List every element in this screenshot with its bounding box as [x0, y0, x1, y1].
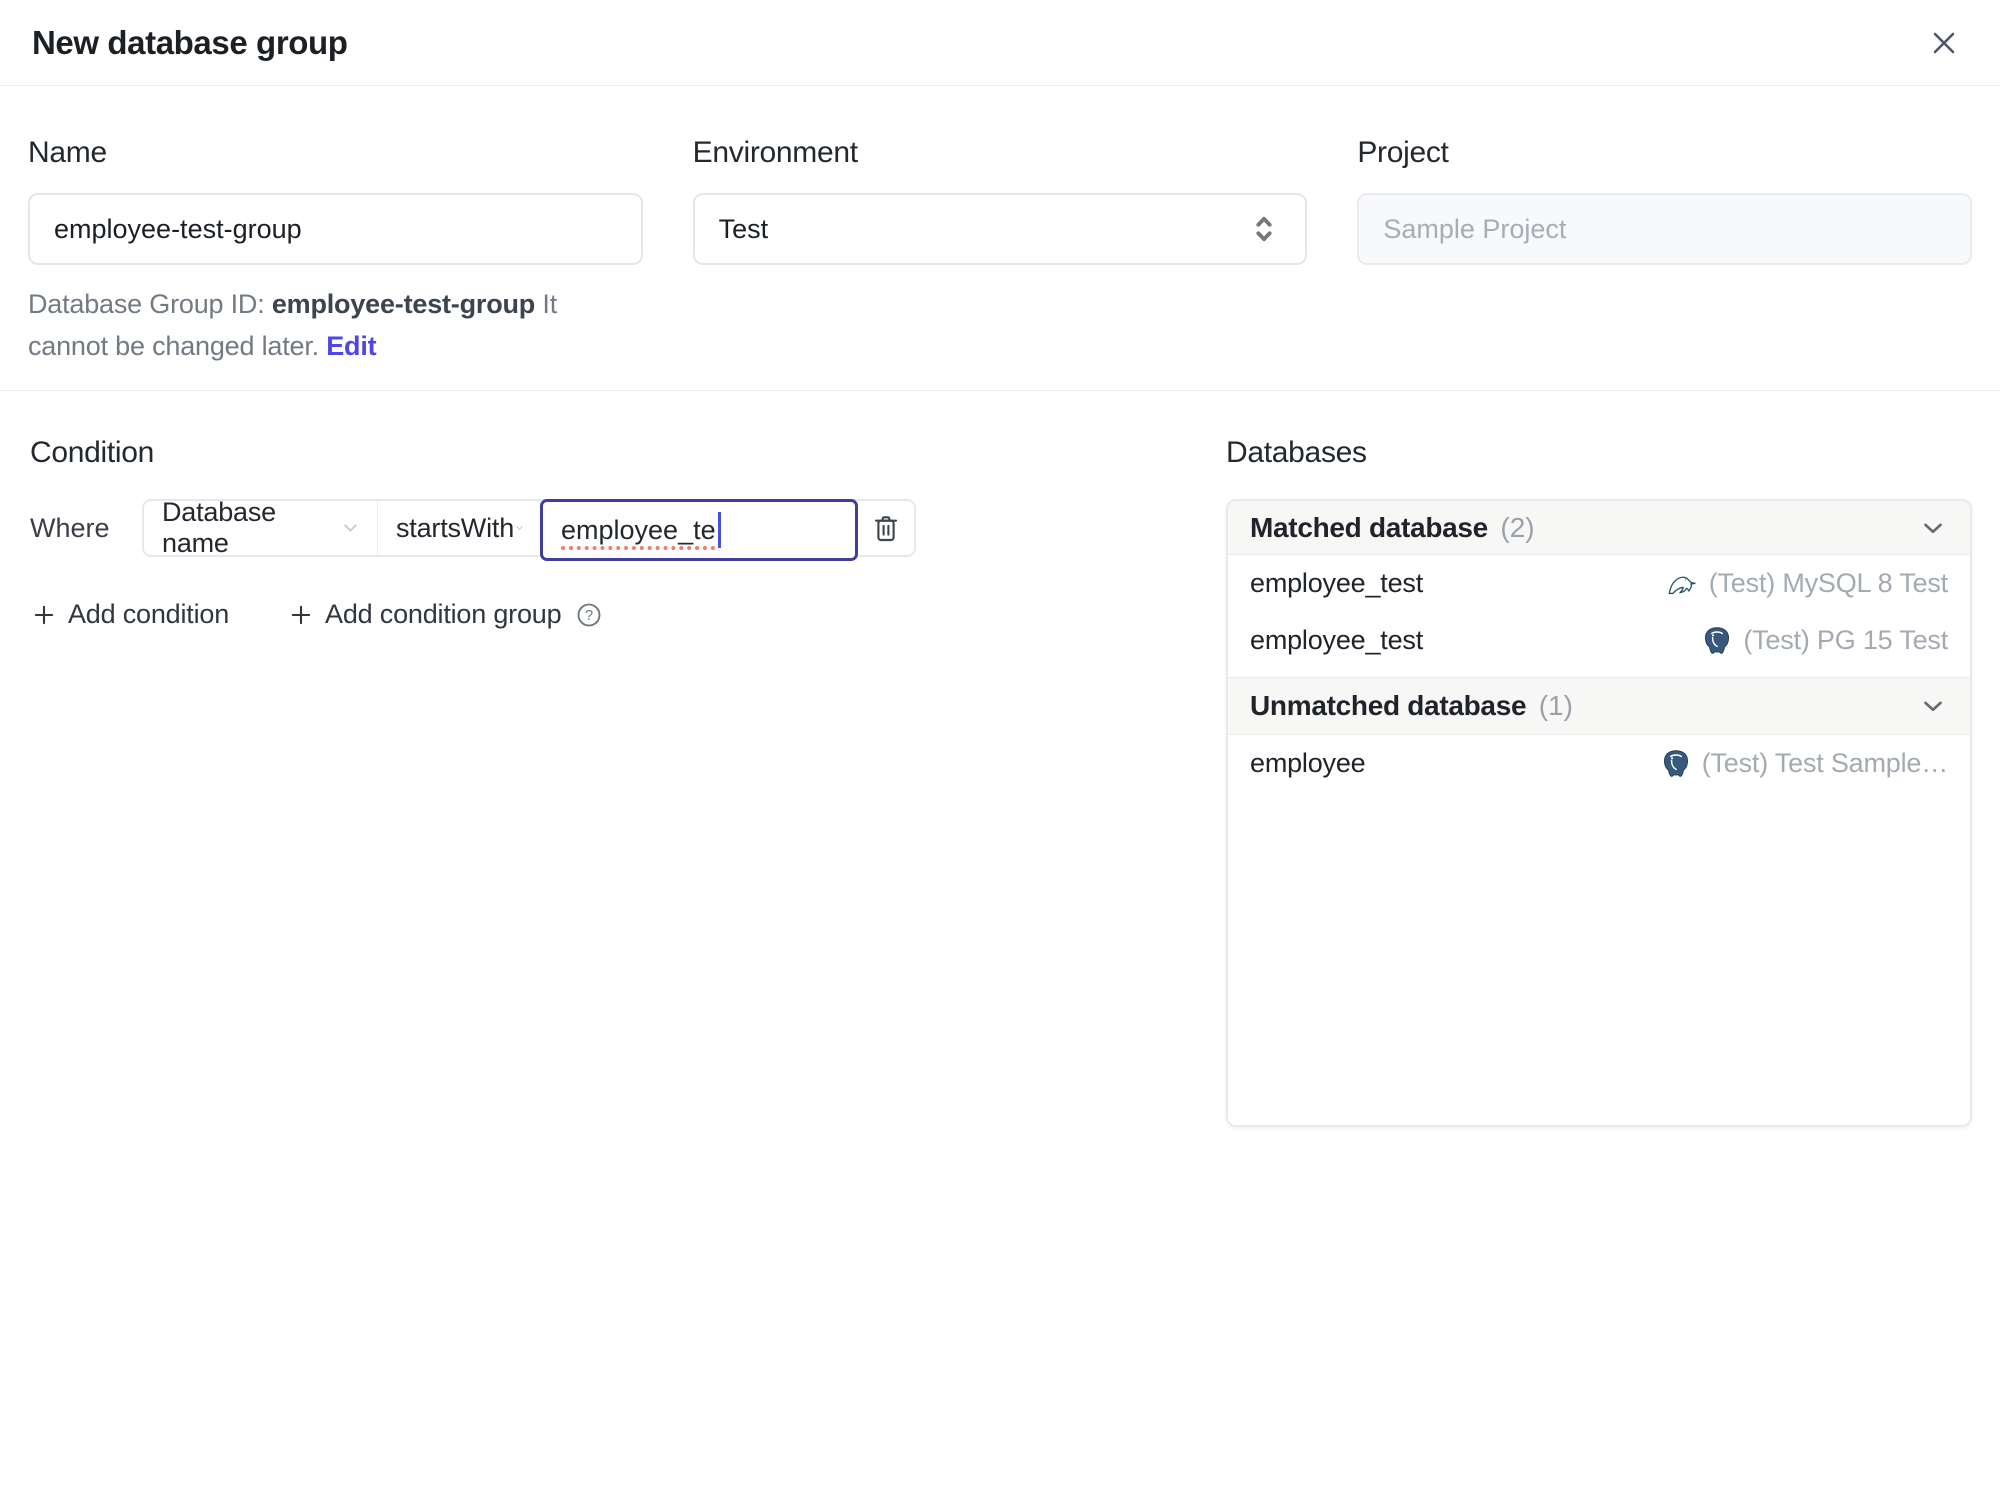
project-input-value: Sample Project [1383, 213, 1567, 244]
database-name: employee_test [1250, 568, 1424, 598]
environment-select[interactable]: Test [692, 193, 1308, 265]
environment-field-column: Environment Test [692, 136, 1308, 367]
condition-factor-select[interactable]: Database name [144, 497, 377, 558]
add-condition-group-button[interactable]: Add condition group [287, 599, 562, 630]
databases-panel-empty-area [1228, 800, 1970, 1125]
mysql-icon [1668, 576, 1696, 594]
name-label: Name [28, 136, 107, 169]
database-row[interactable]: employee_test (Test) MySQL 8 Test [1228, 555, 1970, 612]
project-label: Project [1357, 136, 1449, 169]
unmatched-database-title: Unmatched database [1250, 690, 1527, 721]
chevron-down-icon [344, 524, 357, 532]
condition-expression-group: Database name startsWith employee_te [142, 497, 916, 561]
where-label: Where [30, 512, 110, 543]
select-arrows-icon [1256, 216, 1272, 242]
condition-section: Condition Where Database name startsWith… [30, 391, 1226, 1127]
add-condition-label: Add condition [68, 599, 230, 629]
help-icon[interactable]: ? [575, 601, 603, 629]
condition-value-input[interactable]: employee_te [540, 499, 858, 561]
dialog-header: New database group [0, 0, 2000, 86]
plus-icon [34, 605, 54, 624]
group-form: Name employee-test-group Database Group … [0, 86, 2000, 391]
add-condition-group-label: Add condition group [325, 599, 562, 629]
group-id-note: Database Group ID: employee-test-group I… [28, 283, 643, 367]
dialog-title: New database group [32, 23, 348, 61]
postgresql-icon [1705, 626, 1730, 654]
environment-select-value: Test [718, 213, 769, 244]
unmatched-database-header[interactable]: Unmatched database (1) [1228, 677, 1970, 735]
plus-icon [291, 605, 311, 624]
databases-section: Databases Matched database (2) employee_… [1226, 391, 1972, 1127]
database-instance: (Test) PG 15 Test [1701, 625, 1948, 657]
project-input: Sample Project [1357, 193, 1972, 265]
environment-label: Environment [692, 136, 858, 169]
trash-icon [874, 516, 898, 542]
name-field-column: Name employee-test-group Database Group … [28, 136, 643, 367]
database-row[interactable]: employee (Test) Test Sample… [1228, 735, 1970, 792]
condition-factor-value: Database name [162, 497, 276, 558]
new-database-group-dialog: New database group Name employee-test-gr… [0, 0, 2000, 1500]
chevron-down-icon [1924, 701, 1942, 712]
text-cursor [717, 512, 721, 548]
database-instance-label: (Test) MySQL 8 Test [1708, 568, 1948, 598]
condition-operator-value: startsWith [396, 512, 515, 543]
database-instance-label: (Test) PG 15 Test [1743, 625, 1948, 655]
database-row[interactable]: employee_test (Test) PG 15 Test [1228, 612, 1970, 669]
database-name: employee_test [1250, 625, 1424, 655]
database-name: employee [1250, 748, 1366, 778]
name-input[interactable]: employee-test-group [28, 193, 643, 265]
unmatched-database-rows: employee (Test) Test Sample… [1228, 735, 1970, 800]
condition-row: Where Database name startsWith employee_… [30, 497, 1226, 561]
svg-text:?: ? [585, 607, 593, 623]
databases-panel: Matched database (2) employee_test (Test… [1226, 499, 1972, 1127]
condition-value-text: employee_te [561, 514, 716, 545]
close-icon [1933, 32, 1955, 53]
name-input-value: employee-test-group [54, 213, 302, 244]
condition-actions: Add condition Add condition group ? [30, 599, 1226, 630]
add-condition-button[interactable]: Add condition [30, 599, 229, 630]
matched-database-header[interactable]: Matched database (2) [1228, 501, 1970, 555]
project-field-column: Project Sample Project [1357, 136, 1972, 367]
condition-operator-select[interactable]: startsWith [377, 501, 541, 555]
database-instance-label: (Test) Test Sample… [1701, 748, 1948, 778]
databases-heading: Databases [1226, 436, 1367, 469]
matched-database-count: (2) [1500, 511, 1535, 543]
database-instance: (Test) MySQL 8 Test [1665, 567, 1948, 601]
delete-condition-button[interactable] [858, 501, 914, 555]
close-button[interactable] [1926, 25, 1962, 61]
unmatched-database-count: (1) [1538, 690, 1573, 721]
dialog-body: Condition Where Database name startsWith… [0, 391, 2000, 1127]
condition-heading: Condition [30, 436, 155, 469]
chevron-down-icon [516, 526, 523, 530]
matched-database-rows: employee_test (Test) MySQL 8 Test employ… [1228, 555, 1970, 677]
chevron-down-icon [1924, 523, 1942, 533]
group-id-value: employee-test-group [271, 289, 536, 319]
group-id-prefix: Database Group ID: [28, 289, 265, 319]
edit-group-id-link[interactable]: Edit [326, 331, 376, 361]
database-instance: (Test) Test Sample… [1660, 748, 1948, 780]
postgresql-icon [1663, 749, 1688, 777]
matched-database-title: Matched database [1250, 511, 1488, 543]
